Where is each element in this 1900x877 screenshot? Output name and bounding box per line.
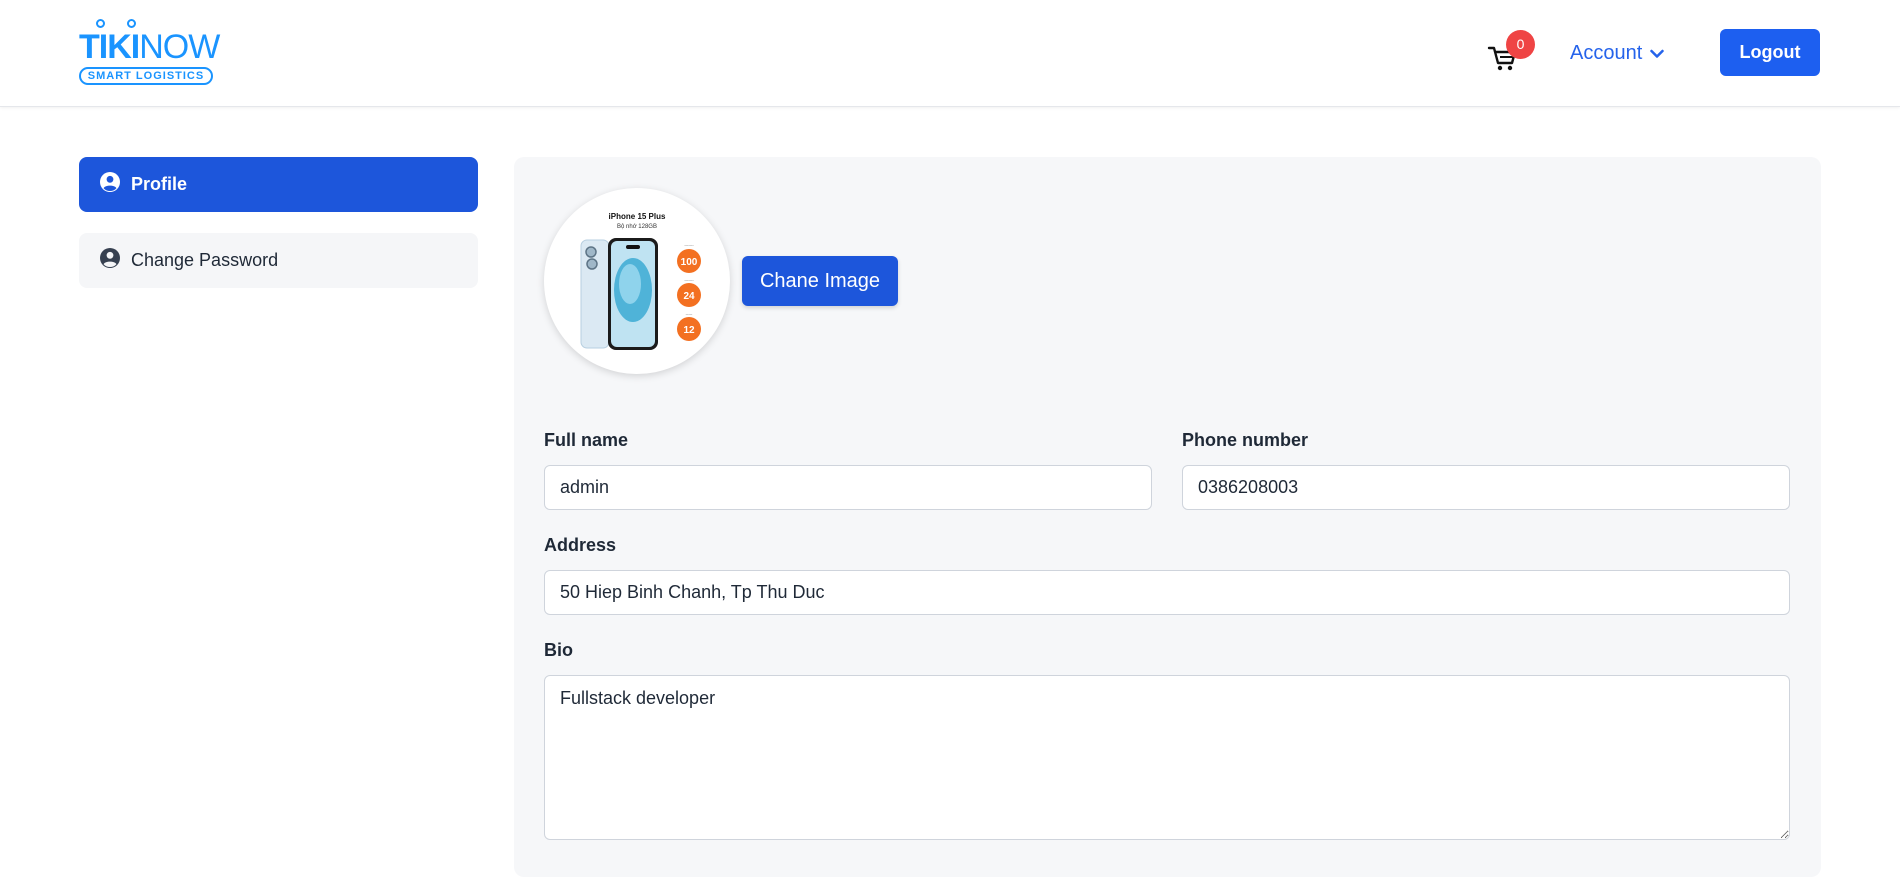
phone-number-label: Phone number bbox=[1182, 430, 1309, 450]
full-name-input[interactable] bbox=[544, 465, 1152, 510]
product-subtitle: Bộ nhớ 128GB bbox=[617, 224, 657, 230]
address-input[interactable] bbox=[544, 570, 1790, 615]
logout-button[interactable]: Logout bbox=[1720, 29, 1820, 76]
avatar: iPhone 15 Plus Bộ nhớ 128GB ------- 100 … bbox=[544, 188, 730, 374]
account-dropdown[interactable]: Account bbox=[1570, 40, 1665, 66]
top-header: TIKINOW SMART LOGISTICS 0 Account Logout bbox=[0, 0, 1900, 107]
product-badge-2: 24 bbox=[683, 291, 695, 302]
logo-wordmark: TIKINOW bbox=[79, 28, 220, 66]
product-title: iPhone 15 Plus bbox=[609, 212, 666, 221]
full-name-label: Full name bbox=[544, 430, 629, 450]
sidebar-item-label: Profile bbox=[131, 174, 188, 194]
logo-subtitle: SMART LOGISTICS bbox=[79, 67, 213, 85]
svg-text:-----: ----- bbox=[686, 311, 693, 316]
account-label: Account bbox=[1570, 41, 1643, 64]
address-label: Address bbox=[544, 535, 617, 555]
product-badge-1: 100 bbox=[681, 257, 698, 268]
cart-count-badge: 0 bbox=[1506, 30, 1535, 59]
phone-number-input[interactable] bbox=[1182, 465, 1790, 510]
svg-text:-------: ------- bbox=[684, 277, 694, 282]
sidebar-item-change-password[interactable]: Change Password bbox=[79, 233, 478, 288]
user-circle-icon bbox=[99, 171, 121, 198]
user-circle-icon bbox=[99, 247, 121, 274]
product-badge-3: 12 bbox=[683, 325, 695, 336]
svg-text:-------: ------- bbox=[684, 242, 694, 247]
sidebar-item-profile[interactable]: Profile bbox=[79, 157, 478, 212]
tikinow-logo[interactable]: TIKINOW SMART LOGISTICS bbox=[79, 17, 220, 85]
bio-textarea[interactable]: Fullstack developer bbox=[544, 675, 1790, 840]
chevron-down-icon bbox=[1650, 42, 1665, 65]
bio-label: Bio bbox=[544, 640, 573, 660]
sidebar-item-label: Change Password bbox=[131, 250, 279, 270]
change-image-button[interactable]: Chane Image bbox=[742, 256, 898, 306]
